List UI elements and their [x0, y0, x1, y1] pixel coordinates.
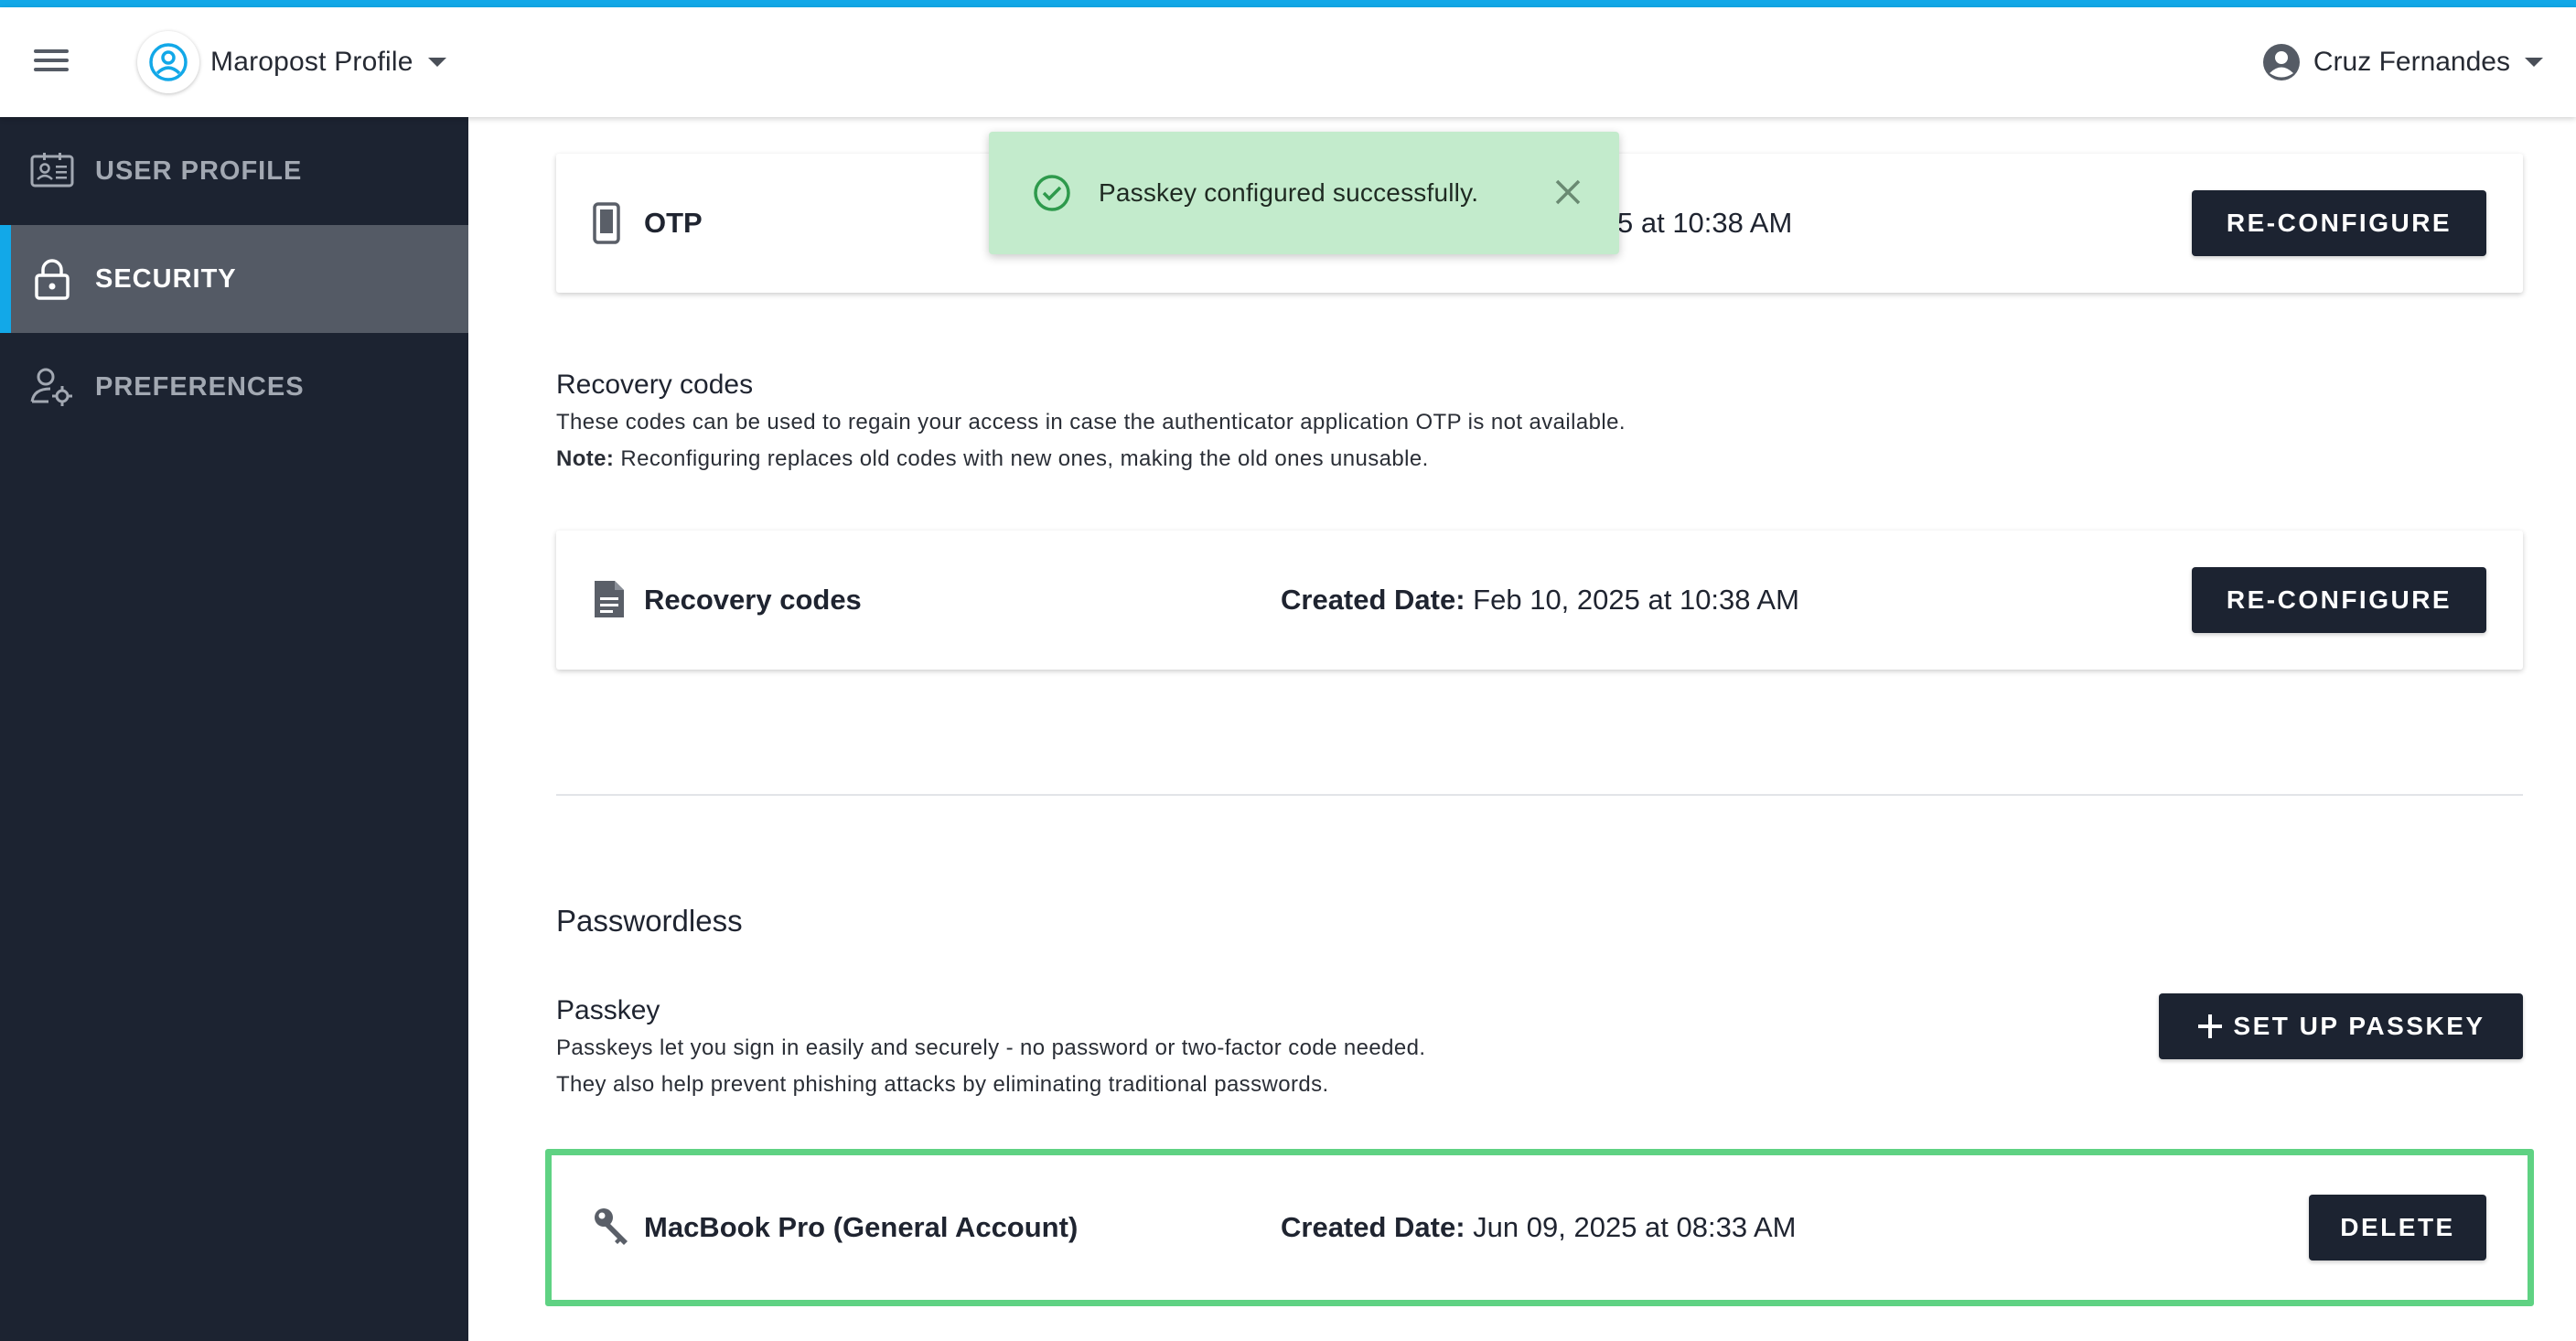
- recovery-card-title: Recovery codes: [644, 584, 862, 616]
- profile-circle-icon: [137, 31, 199, 93]
- passkey-description-line-1: Passkeys let you sign in easily and secu…: [556, 1035, 1426, 1060]
- user-name: Cruz Fernandes: [2313, 47, 2510, 77]
- passkey-card: MacBook Pro (General Account) Created Da…: [556, 1158, 2523, 1297]
- sidebar-item-label: PREFERENCES: [95, 371, 305, 402]
- passkey-description-line-2: They also help prevent phishing attacks …: [556, 1072, 1329, 1097]
- top-header: Maropost Profile Cruz Fernandes: [0, 7, 2576, 117]
- plus-icon: [2198, 1014, 2223, 1038]
- sidebar-item-label: USER PROFILE: [95, 156, 303, 186]
- sidebar-item-user-profile[interactable]: USER PROFILE: [0, 117, 468, 225]
- hamburger-menu-icon: [34, 49, 69, 53]
- account-circle-icon: [2262, 44, 2300, 80]
- top-accent-bar: [0, 0, 2576, 7]
- lock-icon: [29, 256, 75, 302]
- sidebar-item-preferences[interactable]: PREFERENCES: [0, 333, 468, 441]
- otp-created-date: 5 at 10:38 AM: [1617, 207, 1793, 239]
- passkey-heading: Passkey: [556, 995, 660, 1025]
- sidebar: USER PROFILE SECURITY PREFERENCES: [0, 117, 468, 1341]
- passkey-created-date: Created Date: Jun 09, 2025 at 08:33 AM: [1281, 1211, 1797, 1244]
- section-divider: [556, 794, 2523, 796]
- recovery-codes-description: These codes can be used to regain your a…: [556, 410, 1626, 434]
- contact-card-icon: [29, 148, 75, 194]
- chevron-down-icon: [427, 58, 446, 67]
- user-menu-dropdown[interactable]: Cruz Fernandes: [2262, 35, 2543, 90]
- set-up-passkey-button[interactable]: SET UP PASSKEY: [2159, 993, 2523, 1059]
- date-label: Created Date:: [1281, 1211, 1465, 1243]
- app-name: Maropost Profile: [210, 47, 413, 77]
- delete-passkey-button[interactable]: DELETE: [2309, 1195, 2486, 1261]
- recovery-codes-note: Note: Reconfiguring replaces old codes w…: [556, 446, 1429, 472]
- otp-reconfigure-button[interactable]: RE-CONFIGURE: [2192, 190, 2486, 256]
- recovery-codes-card: Recovery codes Created Date: Feb 10, 202…: [556, 531, 2523, 670]
- date-value: Feb 10, 2025 at 10:38 AM: [1465, 584, 1799, 616]
- date-value: Jun 09, 2025 at 08:33 AM: [1465, 1211, 1797, 1243]
- success-toast: Passkey configured successfully.: [989, 132, 1619, 254]
- otp-card-title: OTP: [644, 207, 703, 239]
- document-icon: [593, 579, 629, 621]
- chevron-down-icon: [2525, 58, 2543, 67]
- user-settings-icon: [29, 364, 75, 410]
- passkey-card-title: MacBook Pro (General Account): [644, 1211, 1079, 1243]
- set-up-passkey-label: SET UP PASSKEY: [2233, 1012, 2485, 1040]
- sidebar-item-label: SECURITY: [95, 263, 237, 294]
- passwordless-heading: Passwordless: [556, 904, 743, 938]
- security-main-content: OTP 5 at 10:38 AM RE-CONFIGURE Recovery …: [468, 117, 2576, 1341]
- phone-icon: [593, 202, 629, 244]
- note-label: Note:: [556, 446, 615, 471]
- close-icon[interactable]: [1550, 174, 1586, 210]
- recovery-reconfigure-button[interactable]: RE-CONFIGURE: [2192, 567, 2486, 633]
- hamburger-menu-button[interactable]: [27, 44, 75, 84]
- sidebar-item-security[interactable]: SECURITY: [0, 225, 468, 333]
- app-switcher-dropdown[interactable]: Maropost Profile: [210, 35, 446, 90]
- recovery-codes-heading: Recovery codes: [556, 370, 754, 400]
- toast-message: Passkey configured successfully.: [1099, 178, 1479, 207]
- key-icon: [593, 1207, 629, 1249]
- check-circle-icon: [1033, 174, 1071, 212]
- recovery-created-date: Created Date: Feb 10, 2025 at 10:38 AM: [1281, 584, 1799, 617]
- note-text: Reconfiguring replaces old codes with ne…: [614, 446, 1429, 471]
- date-label: Created Date:: [1281, 584, 1465, 616]
